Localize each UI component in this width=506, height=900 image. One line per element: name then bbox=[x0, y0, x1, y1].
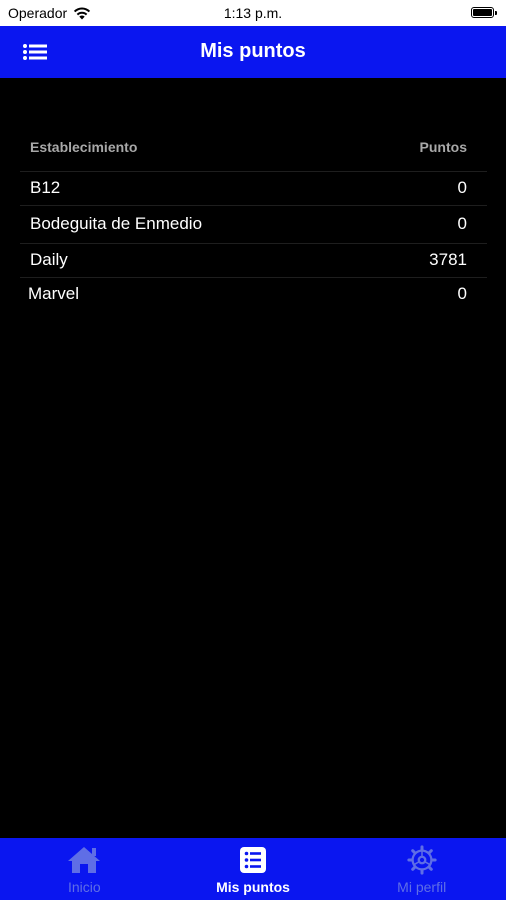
points-value: 3781 bbox=[429, 250, 467, 269]
battery-icon bbox=[471, 7, 497, 18]
status-bar: Operador 1:13 p.m. bbox=[0, 0, 506, 26]
tab-label: Mi perfil bbox=[397, 879, 447, 895]
home-icon bbox=[68, 847, 101, 873]
nav-bar: Mis puntos bbox=[0, 26, 506, 78]
battery-level bbox=[473, 9, 492, 16]
tab-inicio[interactable]: Inicio bbox=[0, 838, 169, 900]
establishment-name: Marvel bbox=[28, 284, 80, 303]
establishment-name: B12 bbox=[30, 178, 61, 197]
tab-label: Mis puntos bbox=[216, 879, 290, 895]
points-value: 0 bbox=[457, 178, 467, 197]
establishment-name: Bodeguita de Enmedio bbox=[30, 214, 203, 233]
points-value: 0 bbox=[457, 214, 467, 233]
page-title: Mis puntos bbox=[200, 40, 306, 62]
table-row[interactable]: Marvel 0 bbox=[20, 278, 487, 311]
tab-label: Inicio bbox=[67, 879, 101, 895]
column-header-points: Puntos bbox=[419, 139, 467, 155]
table-header: Establecimiento Puntos bbox=[20, 134, 487, 172]
table-row[interactable]: Bodeguita de Enmedio 0 bbox=[20, 206, 487, 244]
tab-bar: Inicio Mis puntos Mi perfil bbox=[0, 838, 506, 900]
points-table: Establecimiento Puntos B12 0 Bodeguita d… bbox=[20, 134, 487, 311]
points-content: Establecimiento Puntos B12 0 Bodeguita d… bbox=[0, 78, 506, 838]
establishment-name: Daily bbox=[30, 250, 68, 269]
points-value: 0 bbox=[457, 284, 467, 303]
gear-icon bbox=[407, 845, 437, 875]
tab-mi-perfil[interactable]: Mi perfil bbox=[337, 838, 506, 900]
table-row[interactable]: Daily 3781 bbox=[20, 244, 487, 278]
column-header-establishment: Establecimiento bbox=[30, 139, 138, 155]
status-time: 1:13 p.m. bbox=[223, 5, 283, 21]
tab-mis-puntos[interactable]: Mis puntos bbox=[169, 838, 338, 900]
table-row[interactable]: B12 0 bbox=[20, 172, 487, 206]
list-icon bbox=[240, 847, 266, 873]
